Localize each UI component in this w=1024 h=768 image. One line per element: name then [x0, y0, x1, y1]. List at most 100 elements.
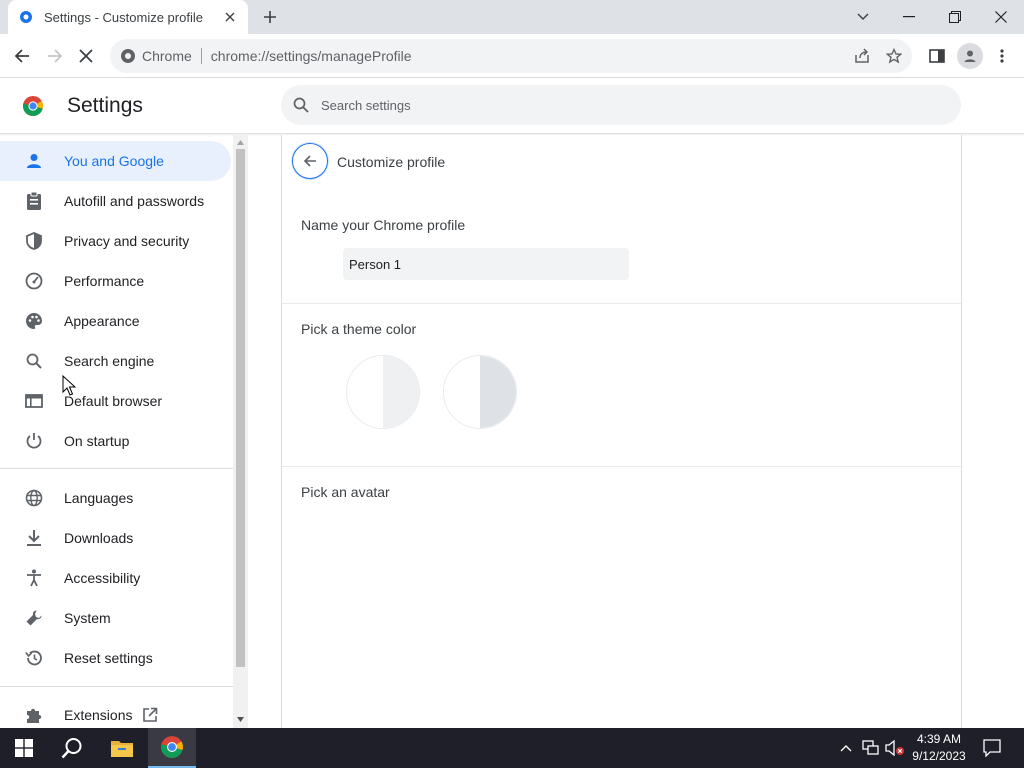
- sidebar-item-downloads[interactable]: Downloads: [0, 518, 231, 558]
- page-title: Customize profile: [337, 154, 446, 170]
- sidebar-item-performance[interactable]: Performance: [0, 261, 231, 301]
- power-icon: [24, 431, 44, 451]
- scroll-up-arrow-icon[interactable]: [236, 138, 245, 147]
- settings-title: Settings: [67, 94, 143, 117]
- sidebar-divider: [0, 686, 233, 687]
- person-icon: [24, 151, 44, 171]
- sidebar-item-label: Downloads: [64, 530, 134, 546]
- omnibox-site-name: Chrome: [142, 48, 192, 64]
- sidebar-item-label: Privacy and security: [64, 233, 190, 249]
- scroll-down-arrow-icon[interactable]: [236, 715, 245, 724]
- taskbar-search-icon[interactable]: [48, 728, 96, 768]
- settings-header: Settings: [0, 78, 1024, 134]
- sidebar-item-search-engine[interactable]: Search engine: [0, 341, 231, 381]
- tab-settings[interactable]: Settings - Customize profile: [8, 0, 248, 34]
- tab-title: Settings - Customize profile: [44, 9, 203, 25]
- sidebar-item-appearance[interactable]: Appearance: [0, 301, 231, 341]
- chrome-logo-icon: [22, 96, 44, 117]
- back-arrow-icon[interactable]: [7, 41, 37, 71]
- sidebar-item-label: You and Google: [64, 153, 164, 169]
- sidebar-divider: [0, 468, 233, 469]
- sidebar-item-label: On startup: [64, 433, 130, 449]
- history-icon: [24, 648, 44, 668]
- forward-arrow-icon[interactable]: [40, 41, 70, 71]
- site-info[interactable]: Chrome: [120, 48, 192, 64]
- sidebar-item-label: Search engine: [64, 353, 155, 369]
- search-icon: [293, 97, 309, 113]
- swatch-right-half: [383, 356, 419, 428]
- swatch-left-half: [444, 356, 480, 428]
- sidebar-item-languages[interactable]: Languages: [0, 478, 231, 518]
- sidebar-item-on-startup[interactable]: On startup: [0, 421, 231, 461]
- tab-search-chevron-down-icon[interactable]: [840, 0, 886, 34]
- theme-section-label: Pick a theme color: [301, 321, 417, 337]
- taskbar-clock[interactable]: 4:39 AM 9/12/2023: [904, 731, 974, 765]
- sidebar-item-label: System: [64, 610, 111, 626]
- back-button[interactable]: [292, 143, 328, 179]
- section-divider: [282, 303, 961, 304]
- restore-icon[interactable]: [932, 0, 978, 34]
- file-explorer-folder-icon[interactable]: [98, 728, 146, 768]
- tab-close-icon[interactable]: [222, 9, 238, 25]
- side-panel-icon[interactable]: [922, 41, 952, 71]
- sidebar-item-accessibility[interactable]: Accessibility: [0, 558, 231, 598]
- sidebar-item-autofill[interactable]: Autofill and passwords: [0, 181, 231, 221]
- stop-loading-x-icon[interactable]: [71, 41, 101, 71]
- chrome-site-icon: [121, 49, 135, 63]
- settings-search-input[interactable]: [321, 97, 921, 113]
- globe-icon: [24, 488, 44, 508]
- theme-color-swatch[interactable]: [443, 355, 517, 429]
- sidebar-item-reset-settings[interactable]: Reset settings: [0, 638, 231, 678]
- browser-window-icon: [24, 391, 44, 411]
- taskbar-chrome-icon[interactable]: [148, 728, 196, 768]
- search-icon: [24, 351, 44, 371]
- sidebar-item-label: Extensions: [64, 707, 133, 723]
- bookmark-star-icon[interactable]: [880, 42, 908, 70]
- omnibox-url[interactable]: chrome://settings/manageProfile: [211, 48, 848, 64]
- minimize-icon[interactable]: [886, 0, 932, 34]
- new-tab-plus-icon[interactable]: [258, 5, 282, 29]
- show-hidden-icons-chevron-up-icon[interactable]: [836, 728, 856, 768]
- profile-avatar-icon[interactable]: [957, 43, 983, 69]
- volume-muted-icon[interactable]: [884, 728, 906, 768]
- sidebar-item-you-and-google[interactable]: You and Google: [0, 141, 231, 181]
- section-divider: [282, 466, 961, 467]
- share-icon[interactable]: [848, 42, 876, 70]
- name-section-label: Name your Chrome profile: [301, 217, 466, 233]
- sidebar-item-label: Reset settings: [64, 650, 153, 666]
- clock-date: 9/12/2023: [912, 749, 966, 763]
- customize-profile-card: Customize profile Name your Chrome profi…: [281, 135, 962, 728]
- download-icon: [24, 528, 44, 548]
- notification-center-icon[interactable]: [978, 728, 1006, 768]
- puzzle-icon: [24, 705, 44, 725]
- sidebar-scrollbar[interactable]: [233, 135, 248, 728]
- sidebar-item-extensions[interactable]: Extensions: [0, 695, 231, 728]
- clock-time: 4:39 AM: [916, 732, 962, 746]
- sidebar-item-default-browser[interactable]: Default browser: [0, 381, 231, 421]
- start-windows-icon[interactable]: [0, 728, 48, 768]
- palette-icon: [24, 311, 44, 331]
- tab-strip: Settings - Customize profile: [0, 0, 1024, 34]
- sidebar-item-label: Languages: [64, 490, 134, 506]
- address-bar[interactable]: Chrome chrome://settings/manageProfile: [110, 39, 912, 73]
- wrench-icon: [24, 608, 44, 628]
- avatar-section-label: Pick an avatar: [301, 484, 390, 500]
- sidebar-item-privacy[interactable]: Privacy and security: [0, 221, 231, 261]
- arrow-back-icon: [303, 155, 316, 167]
- accessibility-icon: [24, 568, 44, 588]
- swatch-right-half: [480, 356, 516, 428]
- more-menu-kebab-icon[interactable]: [987, 41, 1017, 71]
- clipboard-icon: [24, 191, 44, 211]
- sidebar-item-label: Performance: [64, 273, 145, 289]
- theme-color-swatch[interactable]: [346, 355, 420, 429]
- swatch-left-half: [347, 356, 383, 428]
- omnibox-separator: [200, 48, 202, 64]
- speedometer-icon: [24, 271, 44, 291]
- sidebar-item-system[interactable]: System: [0, 598, 231, 638]
- scrollbar-thumb[interactable]: [236, 149, 245, 667]
- close-window-icon[interactable]: [978, 0, 1024, 34]
- settings-search-box[interactable]: [281, 85, 961, 125]
- browser-toolbar: Chrome chrome://settings/manageProfile: [0, 34, 1024, 78]
- profile-name-input[interactable]: [343, 248, 629, 280]
- network-icon[interactable]: [860, 728, 882, 768]
